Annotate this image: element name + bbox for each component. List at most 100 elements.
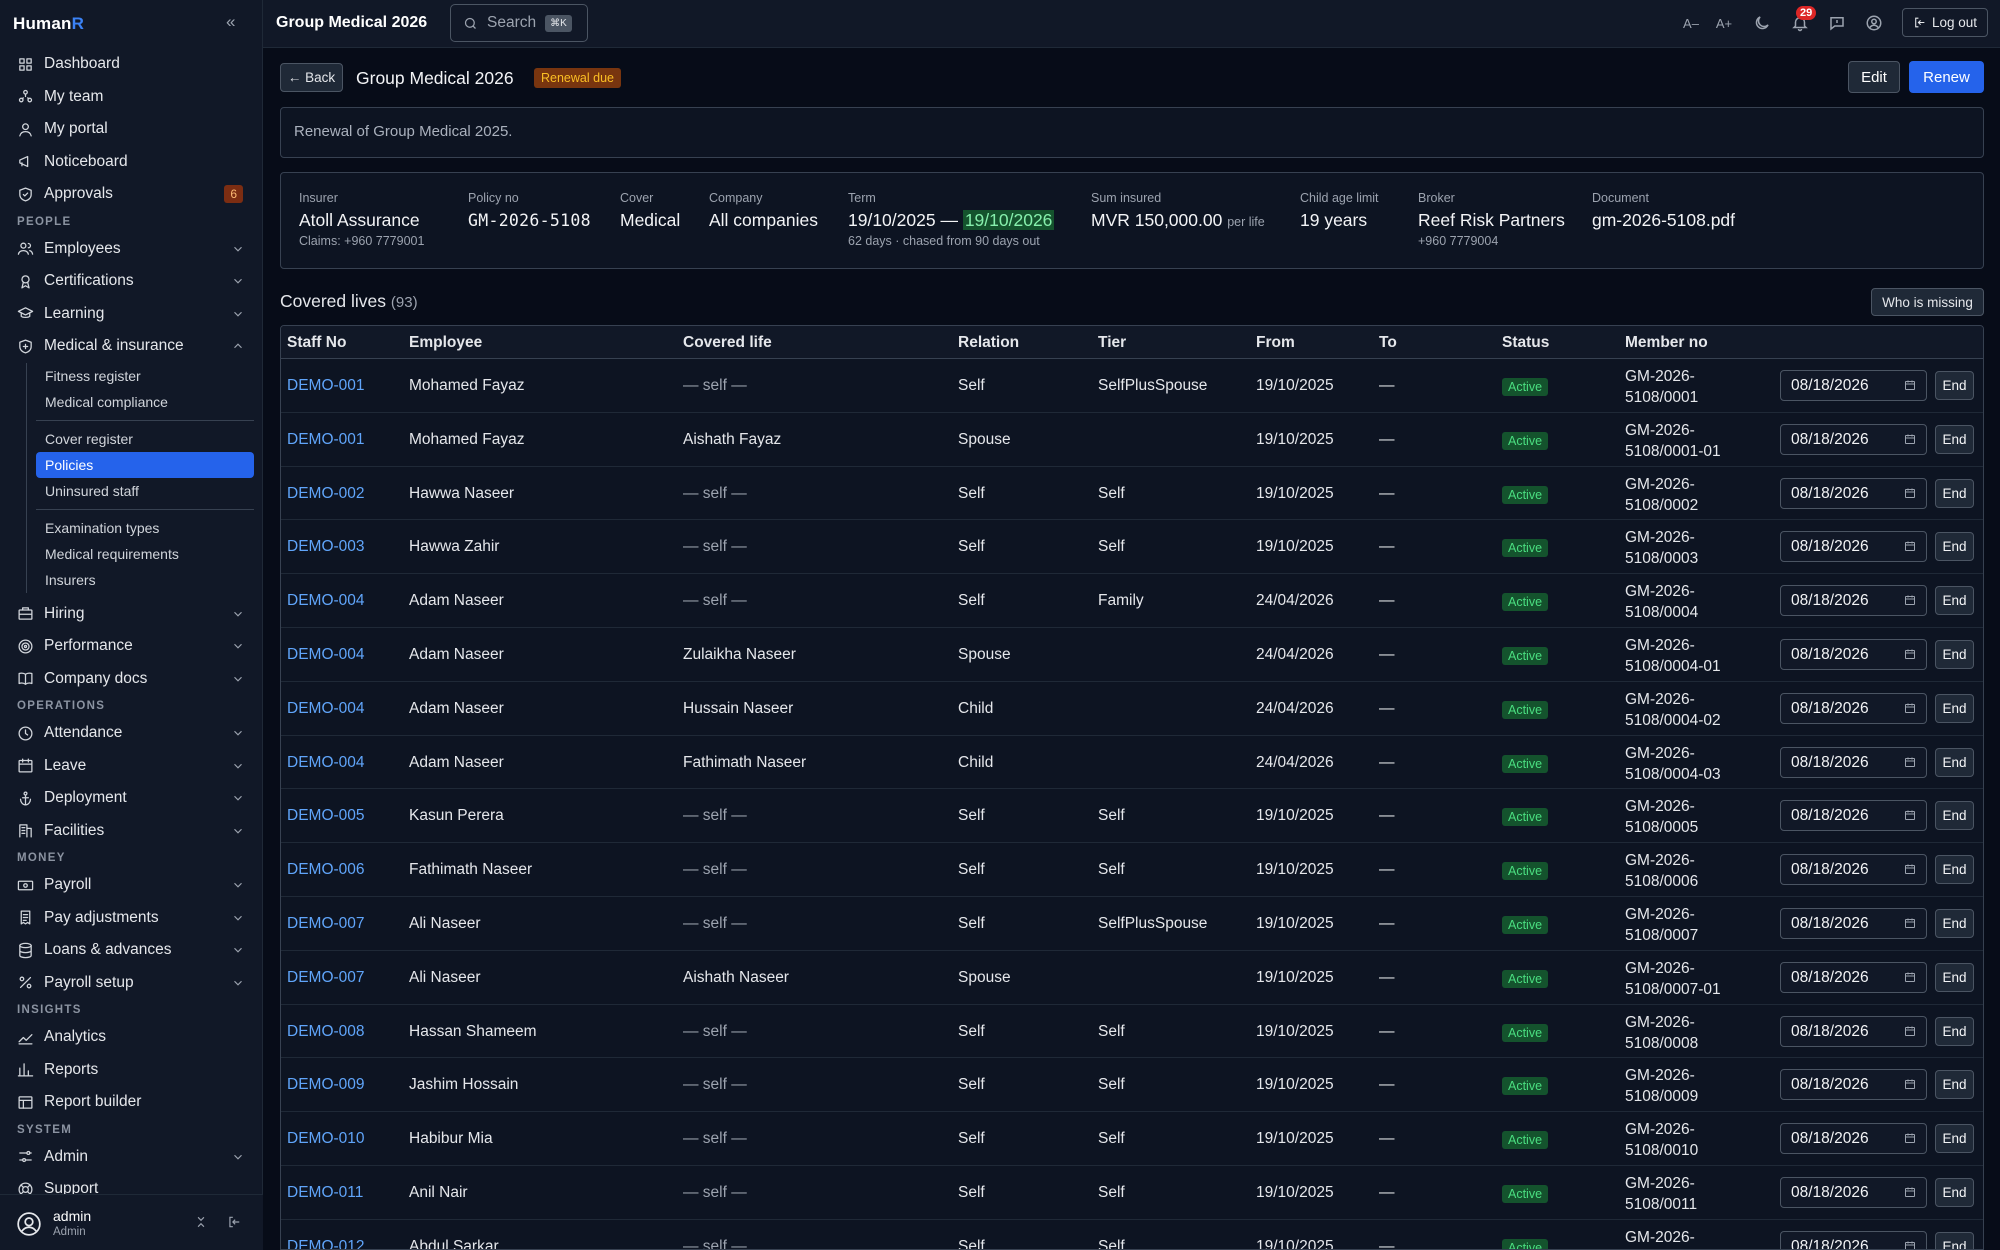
sidebar-item-employees[interactable]: Employees [0,233,263,266]
sidebar-item-medical-and-insurance[interactable]: Medical & insurance [0,330,263,363]
end-date-input[interactable]: 08/18/2026 [1780,531,1927,563]
staff-no-link[interactable]: DEMO-005 [287,807,365,825]
staff-no-link[interactable]: DEMO-001 [287,431,365,449]
end-cover-button[interactable]: End [1935,1177,1974,1207]
back-button[interactable]: ← Back [280,63,343,92]
edit-button[interactable]: Edit [1848,61,1900,93]
subnav-item-medical-requirements[interactable]: Medical requirements [36,541,254,567]
user-avatar-icon[interactable] [16,1211,42,1237]
end-cover-button[interactable]: End [1935,962,1974,992]
end-cover-button[interactable]: End [1935,1016,1974,1046]
column-header-staff-no[interactable]: Staff No [287,334,346,352]
staff-no-link[interactable]: DEMO-004 [287,592,365,610]
end-cover-button[interactable]: End [1935,586,1974,616]
sidebar-item-performance[interactable]: Performance [0,630,263,663]
end-date-input[interactable]: 08/18/2026 [1780,1176,1927,1208]
end-cover-button[interactable]: End [1935,747,1974,777]
staff-no-link[interactable]: DEMO-003 [287,538,365,556]
sidebar-item-dashboard[interactable]: Dashboard [0,48,263,81]
sidebar-item-my-portal[interactable]: My portal [0,113,263,146]
staff-no-link[interactable]: DEMO-002 [287,485,365,503]
staff-no-link[interactable]: DEMO-001 [287,377,365,395]
sidebar-item-certifications[interactable]: Certifications [0,265,263,298]
sidebar-item-facilities[interactable]: Facilities [0,815,263,848]
collapse-sidebar-icon[interactable]: « [226,12,235,32]
account-icon[interactable] [1865,14,1883,32]
end-date-input[interactable]: 08/18/2026 [1780,854,1927,886]
staff-no-link[interactable]: DEMO-004 [287,646,365,664]
end-cover-button[interactable]: End [1935,371,1974,400]
sidebar-item-payroll-setup[interactable]: Payroll setup [0,967,263,1000]
moon-icon[interactable] [1753,14,1771,32]
end-cover-button[interactable]: End [1935,1070,1974,1100]
subnav-item-insurers[interactable]: Insurers [36,567,254,593]
sidebar-item-my-team[interactable]: My team [0,81,263,114]
column-header-member-no[interactable]: Member no [1625,334,1708,352]
subnav-item-examination-types[interactable]: Examination types [36,515,254,541]
sidebar-item-pay-adjustments[interactable]: Pay adjustments [0,902,263,935]
end-cover-button[interactable]: End [1935,639,1974,669]
chevrons-up-down-icon[interactable] [194,1215,208,1229]
column-header-relation[interactable]: Relation [958,334,1019,352]
logout-button[interactable]: Log out [1902,8,1988,37]
decrease-font-button[interactable]: A– [1682,14,1700,32]
end-date-input[interactable]: 08/18/2026 [1780,423,1927,455]
column-header-tier[interactable]: Tier [1098,334,1126,352]
renew-button[interactable]: Renew [1909,61,1984,93]
column-header-from[interactable]: From [1256,334,1295,352]
sidebar-item-loans-and-advances[interactable]: Loans & advances [0,934,263,967]
staff-no-link[interactable]: DEMO-007 [287,915,365,933]
sidebar-item-admin[interactable]: Admin [0,1141,263,1174]
sidebar-item-deployment[interactable]: Deployment [0,782,263,815]
sidebar-item-hiring[interactable]: Hiring [0,598,263,631]
staff-no-link[interactable]: DEMO-010 [287,1130,365,1148]
column-header-status[interactable]: Status [1502,334,1549,352]
sidebar-item-noticeboard[interactable]: Noticeboard [0,146,263,179]
sidebar-item-payroll[interactable]: Payroll [0,869,263,902]
staff-no-link[interactable]: DEMO-007 [287,969,365,987]
end-date-input[interactable]: 08/18/2026 [1780,638,1927,670]
end-date-input[interactable]: 08/18/2026 [1780,1069,1927,1101]
column-header-covered-life[interactable]: Covered life [683,334,772,352]
end-date-input[interactable]: 08/18/2026 [1780,1123,1927,1155]
end-date-input[interactable]: 08/18/2026 [1780,1015,1927,1047]
brand-logo[interactable]: HumanR [13,14,84,34]
message-icon[interactable] [1828,14,1846,32]
column-header-to[interactable]: To [1379,334,1397,352]
end-cover-button[interactable]: End [1935,532,1974,562]
end-date-input[interactable]: 08/18/2026 [1780,800,1927,832]
sidebar-item-report-builder[interactable]: Report builder [0,1086,263,1119]
sidebar-item-learning[interactable]: Learning [0,298,263,331]
staff-no-link[interactable]: DEMO-008 [287,1023,365,1041]
end-date-input[interactable]: 08/18/2026 [1780,585,1927,617]
increase-font-button[interactable]: A+ [1715,14,1733,32]
end-date-input[interactable]: 08/18/2026 [1780,746,1927,778]
end-cover-button[interactable]: End [1935,908,1974,938]
end-date-input[interactable]: 08/18/2026 [1780,961,1927,993]
end-cover-button[interactable]: End [1935,693,1974,723]
subnav-item-medical-compliance[interactable]: Medical compliance [36,389,254,415]
staff-no-link[interactable]: DEMO-004 [287,754,365,772]
who-is-missing-button[interactable]: Who is missing [1871,288,1984,316]
subnav-item-uninsured-staff[interactable]: Uninsured staff [36,478,254,504]
sign-out-icon[interactable] [227,1215,241,1229]
end-cover-button[interactable]: End [1935,1231,1974,1249]
search-button[interactable]: Search ⌘K [450,4,588,42]
subnav-item-policies[interactable]: Policies [36,451,254,478]
staff-no-link[interactable]: DEMO-004 [287,700,365,718]
staff-no-link[interactable]: DEMO-012 [287,1238,365,1249]
sidebar-item-analytics[interactable]: Analytics [0,1021,263,1054]
document-link[interactable]: gm-2026-5108.pdf [1592,210,1735,231]
staff-no-link[interactable]: DEMO-006 [287,861,365,879]
sidebar-item-reports[interactable]: Reports [0,1054,263,1087]
staff-no-link[interactable]: DEMO-011 [287,1184,363,1202]
sidebar-item-attendance[interactable]: Attendance [0,717,263,750]
end-date-input[interactable]: 08/18/2026 [1780,692,1927,724]
sidebar-item-leave[interactable]: Leave [0,750,263,783]
end-date-input[interactable]: 08/18/2026 [1780,477,1927,509]
end-date-input[interactable]: 08/18/2026 [1780,1230,1927,1249]
subnav-item-cover-register[interactable]: Cover register [36,426,254,452]
end-cover-button[interactable]: End [1935,478,1974,508]
end-date-input[interactable]: 08/18/2026 [1780,370,1927,401]
end-cover-button[interactable]: End [1935,424,1974,454]
